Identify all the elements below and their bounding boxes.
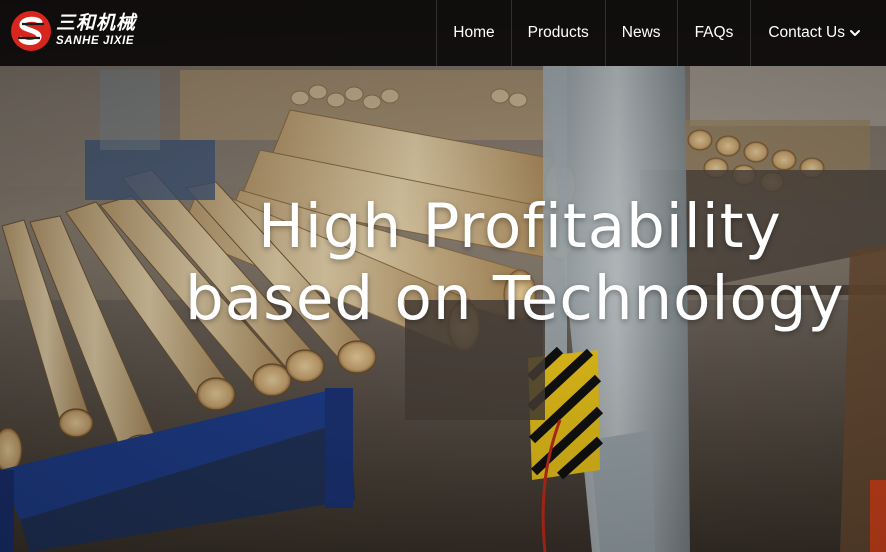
logo-chinese-name: 三和机械 [56,12,137,35]
sanhe-s-logo-icon [11,11,51,51]
nav-contact-us-label: Contact Us [768,24,845,41]
nav-faqs[interactable]: FAQs [676,0,751,66]
nav-news[interactable]: News [604,0,677,66]
logo-wordmark: 三和机械 SANHE JIXIE [56,14,136,48]
site-header: 三和机械 SANHE JIXIE Home Products News FAQs… [0,0,886,66]
chevron-down-icon [850,30,860,36]
logo-english-name: SANHE JIXIE [56,35,135,48]
nav-home[interactable]: Home [436,0,510,66]
hero-title-line-1: High Profitability [258,191,782,262]
hero-title-line-2: based on Technology [185,263,845,334]
nav-products[interactable]: Products [510,0,605,66]
main-navigation: Home Products News FAQs Contact Us [436,0,886,66]
site-logo[interactable]: 三和机械 SANHE JIXIE [10,8,136,54]
nav-contact-us[interactable]: Contact Us [750,0,886,66]
